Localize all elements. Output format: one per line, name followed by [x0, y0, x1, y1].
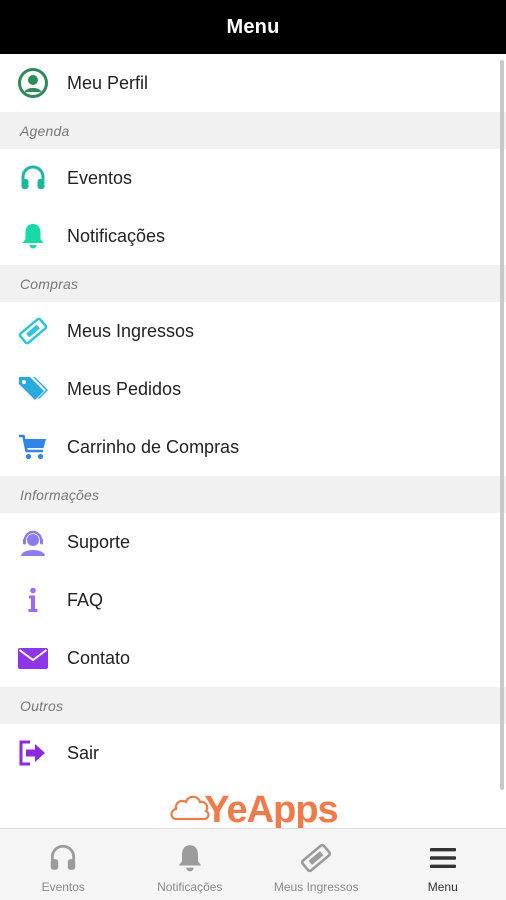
menu-item-label: Suporte	[67, 531, 131, 552]
tab-notificacoes[interactable]: Notificações	[127, 829, 254, 900]
tab-label: Notificações	[157, 880, 223, 894]
menu-item-suporte[interactable]: Suporte	[0, 513, 506, 571]
cart-icon	[17, 431, 49, 463]
section-header-informacoes: Informações	[0, 476, 506, 513]
brand-logo-area: YeApps	[0, 785, 506, 829]
tab-eventos[interactable]: Eventos	[0, 829, 127, 900]
section-header-agenda: Agenda	[0, 112, 506, 149]
envelope-icon	[17, 642, 49, 674]
menu-item-carrinho-de-compras[interactable]: Carrinho de Compras	[0, 418, 506, 476]
menu-item-notificacoes[interactable]: Notificações	[0, 207, 506, 265]
menu-item-label: Carrinho de Compras	[67, 436, 240, 457]
menu-item-label: FAQ	[67, 589, 104, 610]
menu-item-sair[interactable]: Sair	[0, 724, 506, 782]
bottom-navigation: Eventos Notificações Meus Ingressos Menu	[0, 828, 506, 900]
headphones-icon	[46, 841, 80, 875]
menu-item-label: Contato	[67, 647, 131, 668]
menu-item-eventos[interactable]: Eventos	[0, 149, 506, 207]
brand-logo: YeApps	[168, 787, 339, 829]
menu-list: Meu Perfil Agenda Eventos Notificações C…	[0, 54, 506, 828]
menu-item-label: Sair	[67, 742, 100, 763]
headphones-icon	[17, 162, 49, 194]
section-header-outros: Outros	[0, 687, 506, 724]
tab-meus-ingressos[interactable]: Meus Ingressos	[253, 829, 380, 900]
page-title: Menu	[226, 15, 280, 38]
menu-item-label: Eventos	[67, 167, 133, 188]
menu-item-contato[interactable]: Contato	[0, 629, 506, 687]
tags-icon	[17, 373, 49, 405]
section-header-compras: Compras	[0, 265, 506, 302]
section-title: Outros	[20, 697, 64, 714]
menu-item-meu-perfil[interactable]: Meu Perfil	[0, 54, 506, 112]
tab-label: Meus Ingressos	[273, 880, 359, 894]
tab-label: Menu	[427, 880, 458, 894]
ticket-icon	[17, 315, 49, 347]
menu-item-label: Meu Perfil	[67, 72, 149, 93]
scrollbar[interactable]	[500, 60, 504, 790]
menu-item-faq[interactable]: FAQ	[0, 571, 506, 629]
tab-menu[interactable]: Menu	[380, 829, 506, 900]
tab-label: Eventos	[41, 880, 85, 894]
brand-logo-text: YeApps	[204, 789, 338, 829]
menu-item-label: Meus Pedidos	[67, 378, 182, 399]
user-circle-icon	[17, 67, 49, 99]
menu-item-meus-pedidos[interactable]: Meus Pedidos	[0, 360, 506, 418]
menu-item-meus-ingressos[interactable]: Meus Ingressos	[0, 302, 506, 360]
bell-icon	[17, 220, 49, 252]
support-agent-icon	[17, 526, 49, 558]
section-title: Informações	[20, 486, 100, 503]
menu-item-label: Meus Ingressos	[67, 320, 195, 341]
info-icon	[17, 584, 49, 616]
section-title: Compras	[20, 275, 79, 292]
hamburger-menu-icon	[426, 841, 460, 875]
menu-item-label: Notificações	[67, 225, 166, 246]
top-app-bar: Menu	[0, 0, 506, 54]
sign-out-icon	[17, 737, 49, 769]
section-title: Agenda	[20, 122, 70, 139]
ticket-icon	[299, 841, 333, 875]
bell-icon	[173, 841, 207, 875]
